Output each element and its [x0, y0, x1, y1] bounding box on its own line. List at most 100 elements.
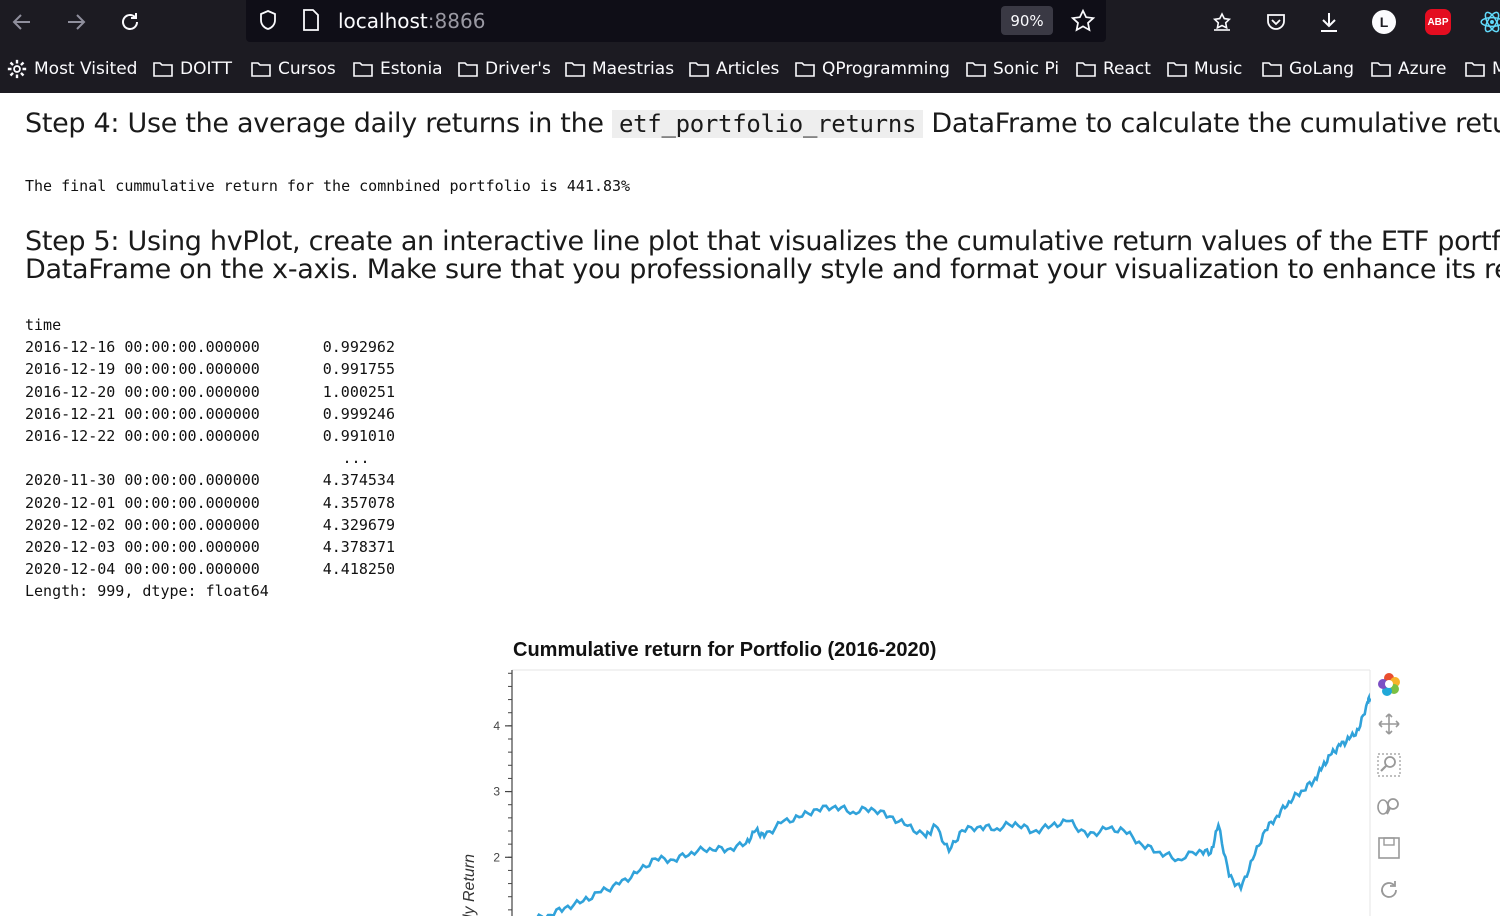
bookmark-item[interactable]: Cursos: [250, 58, 336, 80]
account-avatar[interactable]: L: [1368, 6, 1400, 38]
series-index: 2016-12-21 00:00:00.000000: [25, 404, 260, 423]
series-row: 2020-12-02 00:00:00.000000 4.329679: [25, 514, 395, 536]
folder-icon: [1464, 59, 1492, 79]
series-row: 2016-12-22 00:00:00.000000 0.991010: [25, 425, 395, 447]
cumulative-return-plot[interactable]: 2 3 4 Daily Return: [440, 663, 1380, 916]
browser-toolbar: localhost:8866 90% L ABP: [0, 0, 1500, 44]
page-info-icon[interactable]: [300, 8, 322, 37]
series-ellipsis: ...: [342, 449, 370, 468]
pocket-icon[interactable]: [1260, 6, 1292, 38]
bookmark-label: Music: [1194, 59, 1243, 79]
folder-icon: [457, 59, 485, 79]
series-head-rows: 2016-12-16 00:00:00.000000 0.992962 2016-1…: [25, 336, 395, 447]
series-value: 0.991010: [322, 426, 395, 445]
notebook-page: Step 4: Use the average daily returns in…: [0, 93, 1500, 916]
series-output: time 2016-12-16 00:00:00.000000 0.992962 2…: [25, 314, 395, 602]
folder-icon: [564, 59, 592, 79]
url-host: localhost: [338, 9, 428, 33]
bookmark-item[interactable]: M: [1464, 58, 1500, 80]
bookmark-item[interactable]: DOITT: [152, 58, 232, 80]
folder-icon: [794, 59, 822, 79]
folder-icon: [1370, 59, 1398, 79]
bookmark-item[interactable]: Music: [1166, 58, 1242, 80]
folder-icon: [1166, 59, 1194, 79]
folder-icon: [352, 59, 380, 79]
series-footer: Length: 999, dtype: float64: [25, 582, 269, 601]
avatar-letter: L: [1372, 10, 1396, 34]
bookmark-label: QProgramming: [822, 59, 950, 79]
bookmark-label: Estonia: [380, 59, 443, 79]
series-value: 4.378371: [322, 537, 395, 556]
series-value: 4.418250: [322, 560, 395, 579]
chart-title: Cummulative return for Portfolio (2016-2…: [513, 639, 937, 661]
step5-heading-line1: Step 5: Using hvPlot, create an interact…: [25, 226, 1500, 257]
series-index: 2016-12-20 00:00:00.000000: [25, 382, 260, 401]
bookmark-star-icon[interactable]: [1070, 8, 1096, 39]
url-bar[interactable]: localhost:8866 90%: [246, 0, 1106, 42]
react-devtools-icon[interactable]: [1476, 6, 1500, 38]
folder-icon: [1261, 59, 1289, 79]
zoom-level-badge[interactable]: 90%: [1001, 6, 1053, 35]
bookmark-item[interactable]: Driver's: [457, 58, 551, 80]
series-index: 2016-12-16 00:00:00.000000: [25, 338, 260, 357]
series-index: 2020-12-03 00:00:00.000000: [25, 537, 260, 556]
bookmark-item[interactable]: Most Visited: [6, 58, 137, 80]
bookmark-label: Azure: [1398, 59, 1447, 79]
save-tool-icon[interactable]: [1374, 833, 1404, 863]
bookmark-item[interactable]: Articles: [688, 58, 779, 80]
bookmark-item[interactable]: Azure: [1370, 58, 1446, 80]
bookmark-item[interactable]: Sonic Pi: [965, 58, 1059, 80]
bookmark-label: DOITT: [180, 59, 232, 79]
series-value: 1.000251: [322, 382, 395, 401]
adblock-plus-icon[interactable]: ABP: [1422, 6, 1454, 38]
y-axis-label: Daily Return: [461, 854, 478, 916]
bokeh-logo-icon[interactable]: [1374, 669, 1404, 699]
series-value: 4.357078: [322, 493, 395, 512]
series-value: 4.329679: [322, 515, 395, 534]
bookmark-label: Sonic Pi: [993, 59, 1060, 79]
series-value: 4.374534: [322, 471, 395, 490]
series-value: 0.992962: [322, 338, 395, 357]
url-port: :8866: [427, 9, 486, 33]
forward-arrow-icon[interactable]: [60, 6, 92, 38]
bookmark-item[interactable]: QProgramming: [794, 58, 950, 80]
bookmark-item[interactable]: Estonia: [352, 58, 443, 80]
series-row: 2016-12-19 00:00:00.000000 0.991755: [25, 358, 395, 380]
wheel-zoom-tool-icon[interactable]: [1374, 792, 1404, 822]
folder-icon: [250, 59, 278, 79]
folder-icon: [152, 59, 180, 79]
bookmark-item[interactable]: React: [1075, 58, 1151, 80]
abp-label: ABP: [1425, 9, 1451, 35]
pocket-star-icon[interactable]: [1206, 6, 1238, 38]
y-tick-label: 3: [493, 785, 500, 799]
bookmark-item[interactable]: Maestrias: [564, 58, 674, 80]
bookmark-item[interactable]: GoLang: [1261, 58, 1354, 80]
url-text[interactable]: localhost:8866: [338, 9, 485, 33]
series-row: 2020-12-04 00:00:00.000000 4.418250: [25, 558, 395, 580]
bookmark-label: React: [1103, 59, 1151, 79]
download-icon[interactable]: [1313, 6, 1345, 38]
bookmark-label: Driver's: [485, 59, 551, 79]
folder-icon: [1075, 59, 1103, 79]
series-tail-rows: 2020-11-30 00:00:00.000000 4.374534 2020-1…: [25, 469, 395, 580]
series-index: 2020-12-02 00:00:00.000000: [25, 515, 260, 534]
shield-icon[interactable]: [256, 8, 280, 37]
bookmark-label: GoLang: [1289, 59, 1355, 79]
reload-icon[interactable]: [114, 6, 146, 38]
cumulative-return-line: [536, 692, 1371, 916]
pan-tool-icon[interactable]: [1374, 709, 1404, 739]
y-tick-label: 2: [493, 850, 500, 864]
series-value: 0.991755: [322, 360, 395, 379]
bookmark-label: Most Visited: [34, 59, 138, 79]
series-row: 2016-12-20 00:00:00.000000 1.000251: [25, 381, 395, 403]
step4-code: etf_portfolio_returns: [612, 110, 924, 138]
reset-tool-icon[interactable]: [1374, 875, 1404, 905]
bookmark-label: Maestrias: [592, 59, 675, 79]
series-row: 2016-12-16 00:00:00.000000 0.992962: [25, 336, 395, 358]
gear-icon: [6, 58, 34, 80]
series-index-name: time: [25, 316, 62, 334]
back-arrow-icon[interactable]: [6, 6, 38, 38]
step4-prefix: Step 4: Use the average daily returns in…: [25, 108, 612, 139]
box-zoom-tool-icon[interactable]: [1374, 750, 1404, 780]
series-index: 2020-12-04 00:00:00.000000: [25, 560, 260, 579]
